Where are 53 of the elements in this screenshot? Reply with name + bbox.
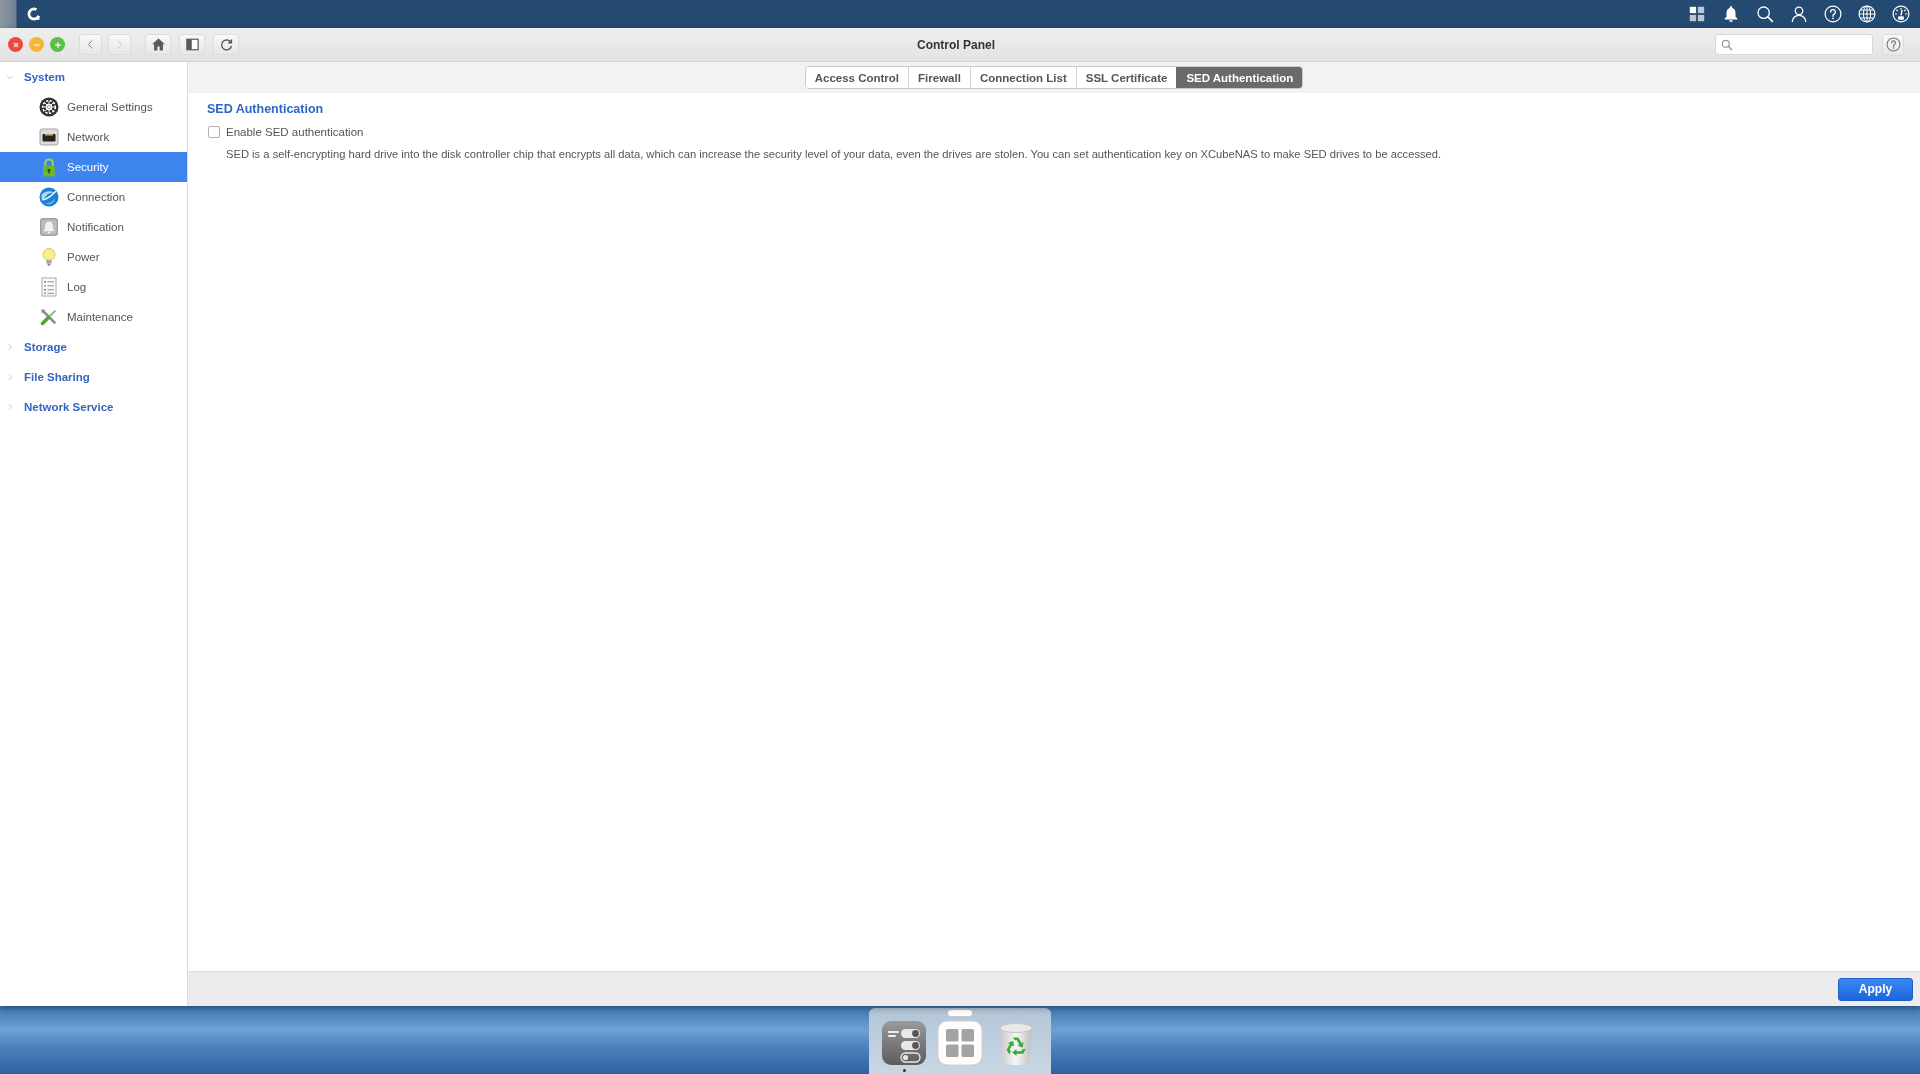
tab[interactable]: SSL Certificate (1075, 67, 1177, 88)
globe-icon (39, 187, 59, 207)
sidebar-item[interactable]: General Settings (0, 92, 187, 122)
tab[interactable]: Connection List (969, 67, 1076, 88)
apply-button[interactable]: Apply (1838, 977, 1913, 1001)
sidebar-group[interactable]: System (0, 62, 187, 92)
help-button[interactable] (1882, 33, 1904, 56)
sidebar-item[interactable]: Notification (0, 212, 187, 242)
close-button[interactable] (8, 37, 23, 52)
bell-icon (39, 217, 59, 237)
sidebar-group[interactable]: Network Service (0, 392, 187, 422)
checkbox[interactable] (208, 126, 220, 138)
help-icon (1885, 37, 1901, 52)
sidebar-item[interactable]: Connection (0, 182, 187, 212)
logo-icon[interactable] (26, 6, 42, 22)
checkbox-label[interactable]: Enable SED authentication (226, 126, 364, 138)
sidebar-item[interactable]: Network (0, 122, 187, 152)
window-title: Control Panel (917, 37, 995, 52)
gear-icon (39, 97, 59, 117)
sidebar-item[interactable]: Maintenance (0, 302, 187, 332)
refresh-icon (218, 37, 234, 52)
sidebar-toggle-button[interactable] (179, 34, 205, 55)
tab[interactable]: SED Authentication (1176, 67, 1303, 88)
sidebar-item[interactable]: Log (0, 272, 187, 302)
tools-icon (39, 307, 59, 327)
globe-icon[interactable] (1858, 5, 1876, 23)
dock-handle[interactable] (948, 1010, 972, 1016)
sidebar-item[interactable]: Power (0, 242, 187, 272)
close-icon (11, 40, 20, 49)
panel-icon (184, 37, 200, 52)
tab[interactable]: Firewall (908, 67, 970, 88)
search-icon[interactable] (1756, 5, 1774, 23)
tab[interactable]: Access Control (805, 67, 909, 88)
network-port-icon (39, 127, 59, 147)
refresh-button[interactable] (213, 34, 239, 55)
sidebar-group[interactable]: Storage (0, 332, 187, 362)
search-field[interactable] (1715, 34, 1873, 55)
gauge-icon[interactable] (1892, 5, 1910, 23)
user-icon[interactable] (1790, 5, 1808, 23)
help-icon[interactable] (1824, 5, 1842, 23)
home-button[interactable] (145, 34, 171, 55)
section-title: SED Authentication (207, 102, 325, 117)
bell-icon[interactable] (1722, 5, 1740, 23)
sidebar-item[interactable]: Security (0, 152, 187, 182)
sidebar-group[interactable]: File Sharing (0, 362, 187, 392)
plus-icon (53, 40, 62, 49)
toggle-switches-icon[interactable] (881, 1020, 927, 1066)
light-bulb-icon (39, 247, 59, 267)
description-text: SED is a self-encrypting hard drive into the disk controller chip that encrypts all data, which can increase the security level of your data, even the drives are stolen. You can set authentication key on XCubeNAS to make SED drives to be accessed. (226, 147, 1443, 162)
home-icon (150, 37, 166, 52)
search-icon (1721, 38, 1733, 51)
list-icon (39, 277, 59, 297)
apps-grid-icon[interactable] (1688, 5, 1706, 23)
